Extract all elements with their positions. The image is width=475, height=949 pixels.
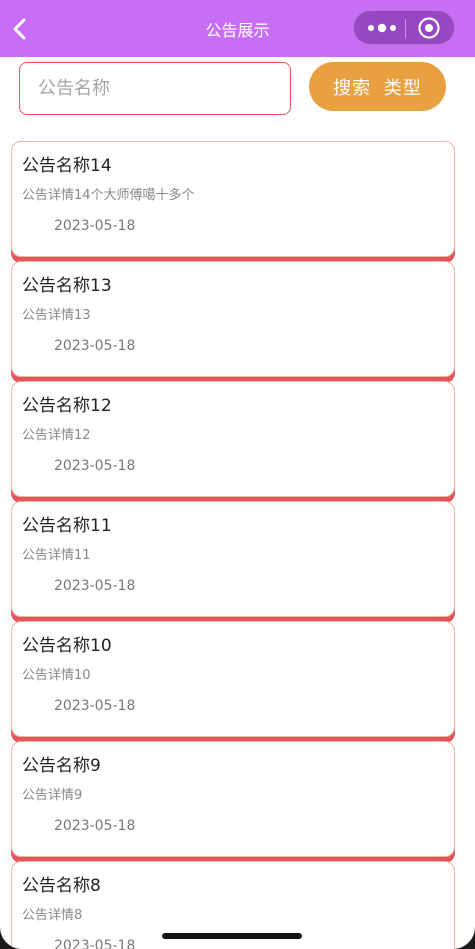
notice-date: 2023-05-18 bbox=[54, 458, 136, 474]
notice-title: 公告名称9 bbox=[22, 756, 101, 776]
notice-detail: 公告详情8 bbox=[22, 908, 83, 923]
notice-list: 公告名称14 公告详情14个大师傅噶十多个 2023-05-18 公告名称13 … bbox=[11, 141, 455, 949]
capsule-divider bbox=[405, 19, 406, 38]
notice-card[interactable]: 公告名称9 公告详情9 2023-05-18 bbox=[11, 741, 455, 857]
notice-title: 公告名称11 bbox=[22, 516, 112, 536]
notice-date: 2023-05-18 bbox=[54, 338, 136, 354]
notice-detail: 公告详情11 bbox=[22, 548, 91, 563]
navigation-bar: 公告展示 bbox=[0, 0, 475, 57]
notice-card[interactable]: 公告名称10 公告详情10 2023-05-18 bbox=[11, 621, 455, 737]
notice-detail: 公告详情10 bbox=[22, 668, 91, 683]
notice-date: 2023-05-18 bbox=[54, 218, 136, 234]
mini-program-capsule bbox=[353, 10, 455, 45]
notice-card[interactable]: 公告名称13 公告详情13 2023-05-18 bbox=[11, 261, 455, 377]
notice-title: 公告名称10 bbox=[22, 636, 112, 656]
notice-card[interactable]: 公告名称12 公告详情12 2023-05-18 bbox=[11, 381, 455, 497]
close-mini-program-button[interactable] bbox=[417, 16, 441, 40]
notice-detail: 公告详情9 bbox=[22, 788, 83, 803]
notice-detail: 公告详情14个大师傅噶十多个 bbox=[22, 188, 195, 203]
notice-title: 公告名称13 bbox=[22, 276, 112, 296]
notice-card[interactable]: 公告名称14 公告详情14个大师傅噶十多个 2023-05-18 bbox=[11, 141, 455, 257]
notice-date: 2023-05-18 bbox=[54, 818, 136, 834]
notice-date: 2023-05-18 bbox=[54, 938, 136, 949]
notice-title: 公告名称12 bbox=[22, 396, 112, 416]
notice-detail: 公告详情13 bbox=[22, 308, 91, 323]
phone-screen: 公告展示 搜索 类型 公告名称14 公告详情14个大师傅噶十多个 bbox=[0, 0, 475, 949]
more-dots-icon bbox=[368, 23, 396, 33]
notice-detail: 公告详情12 bbox=[22, 428, 91, 443]
more-button[interactable] bbox=[362, 17, 402, 39]
notice-title: 公告名称14 bbox=[22, 156, 112, 176]
notice-date: 2023-05-18 bbox=[54, 698, 136, 714]
notice-date: 2023-05-18 bbox=[54, 578, 136, 594]
notice-title: 公告名称8 bbox=[22, 876, 101, 896]
home-indicator bbox=[162, 933, 302, 939]
search-type-button[interactable]: 搜索 类型 bbox=[309, 62, 446, 111]
search-input[interactable] bbox=[19, 62, 291, 115]
target-circle-icon bbox=[418, 17, 440, 39]
notice-card[interactable]: 公告名称11 公告详情11 2023-05-18 bbox=[11, 501, 455, 617]
